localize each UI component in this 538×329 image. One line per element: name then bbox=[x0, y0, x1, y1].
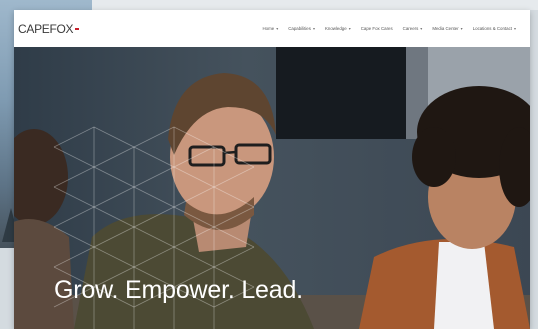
background-card-top bbox=[92, 0, 538, 10]
nav-item-label: Media Center bbox=[432, 26, 459, 31]
nav-item-label: Capabilities bbox=[288, 26, 311, 31]
nav-item-label: Home bbox=[262, 26, 275, 31]
navbar: CAPEFOX Home ▾ Capabilities ▾ Knowledge … bbox=[14, 10, 530, 47]
chevron-down-icon: ▾ bbox=[460, 26, 463, 31]
chevron-down-icon: ▾ bbox=[276, 26, 279, 31]
main-menu: Home ▾ Capabilities ▾ Knowledge ▾ Cape F… bbox=[263, 26, 517, 31]
chevron-down-icon: ▾ bbox=[348, 26, 351, 31]
nav-item-capabilities[interactable]: Capabilities ▾ bbox=[288, 26, 315, 31]
site-logo[interactable]: CAPEFOX bbox=[18, 21, 80, 36]
nav-item-home[interactable]: Home ▾ bbox=[263, 26, 279, 31]
nav-item-media-center[interactable]: Media Center ▾ bbox=[432, 26, 462, 31]
nav-item-cape-fox-cares[interactable]: Cape Fox Cares bbox=[361, 26, 393, 31]
hero-headline: Grow. Empower. Lead. bbox=[54, 276, 303, 304]
nav-item-knowledge[interactable]: Knowledge ▾ bbox=[325, 26, 351, 31]
website-screenshot: CAPEFOX Home ▾ Capabilities ▾ Knowledge … bbox=[14, 10, 530, 329]
nav-item-label: Locations & Contact bbox=[472, 26, 512, 31]
hero-banner: Grow. Empower. Lead. bbox=[14, 47, 530, 329]
nav-item-locations-contact[interactable]: Locations & Contact ▾ bbox=[473, 26, 516, 31]
logo-badge bbox=[75, 27, 80, 30]
logo-text: CAPEFOX bbox=[18, 21, 74, 36]
nav-item-careers[interactable]: Careers ▾ bbox=[403, 26, 423, 31]
chevron-down-icon: ▾ bbox=[420, 26, 423, 31]
nav-item-label: Cape Fox Cares bbox=[360, 26, 393, 31]
chevron-down-icon: ▾ bbox=[312, 26, 315, 31]
chevron-down-icon: ▾ bbox=[513, 26, 516, 31]
nav-item-label: Knowledge bbox=[324, 26, 347, 31]
nav-item-label: Careers bbox=[402, 26, 419, 31]
